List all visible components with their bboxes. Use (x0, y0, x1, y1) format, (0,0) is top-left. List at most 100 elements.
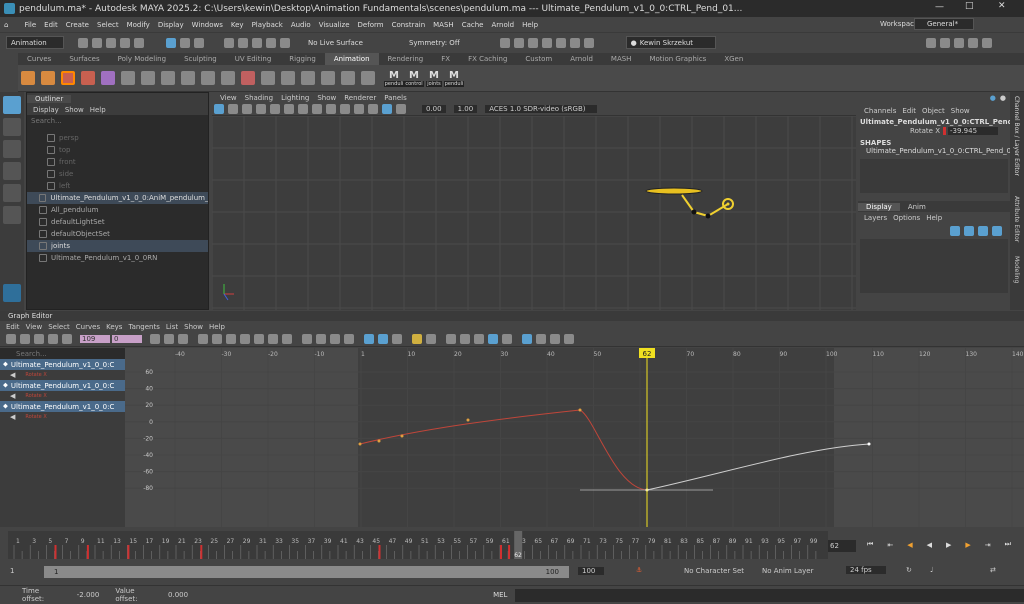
end-time-field[interactable]: 100 (578, 567, 604, 575)
tool-settings-icon[interactable] (967, 37, 978, 48)
key-scale-icon[interactable] (81, 71, 95, 85)
time-slider[interactable]: 1 3 5 7 9 11 13 15 17 19 21 23 25 27 29 31 33 35 37 39 41 43 4… (0, 527, 1024, 563)
film-gate-icon[interactable] (284, 104, 294, 114)
graph-view-icon[interactable] (522, 334, 532, 344)
shelf-tab-curves[interactable]: Curves (18, 53, 60, 65)
menu-windows[interactable]: Windows (192, 21, 223, 29)
curve-list-item[interactable]: ⬥ Ultimate_Pendulum_v1_0_0:C ◀ Rotate X (0, 380, 125, 401)
channel-box-side-tab[interactable]: Channel Box / Layer Editor (1013, 96, 1020, 176)
region-tool-icon[interactable] (62, 334, 72, 344)
menu-arnold[interactable]: Arnold (491, 21, 514, 29)
orient-constraint-icon[interactable] (221, 71, 235, 85)
viewport-menu-renderer[interactable]: Renderer (344, 94, 376, 102)
outliner-item[interactable]: top (27, 144, 208, 156)
redo-icon[interactable] (134, 37, 144, 48)
graph-menu-select[interactable]: Select (48, 323, 70, 331)
render-icon[interactable] (499, 37, 510, 48)
range-bar[interactable]: 1 100 (44, 566, 569, 578)
isolate-select-icon[interactable] (396, 104, 406, 114)
new-scene-icon[interactable] (78, 37, 88, 48)
graph-menu-edit[interactable]: Edit (6, 323, 20, 331)
outliner-item[interactable]: Ultimate_Pendulum_v1_0_0RN (27, 252, 208, 264)
tangent-view-icon[interactable] (536, 334, 546, 344)
user-account-dropdown[interactable]: ● Kewin Skrzekut (625, 36, 716, 49)
outliner-item[interactable]: front (27, 156, 208, 168)
snap-surface-icon[interactable] (280, 37, 290, 48)
create-joint-icon[interactable] (161, 71, 175, 85)
snap-point-icon[interactable] (252, 37, 262, 48)
stepped-tangent-icon[interactable] (268, 334, 278, 344)
shelf-tab-animation[interactable]: Animation (324, 53, 379, 65)
layer-tab-display[interactable]: Display (858, 202, 900, 211)
save-scene-icon[interactable] (106, 37, 116, 48)
3d-viewport[interactable]: View Shading Lighting Show Renderer Panels 0.… (212, 92, 856, 310)
move-layer-down-icon[interactable] (964, 225, 974, 236)
key-ticks-icon[interactable] (550, 334, 560, 344)
pendulum-rig[interactable] (645, 187, 734, 219)
curve-list-item[interactable]: ⬥ Ultimate_Pendulum_v1_0_0:C ◀ Rotate X (0, 401, 125, 422)
shelf-button-joints[interactable]: Mjoints (426, 70, 442, 87)
graph-area[interactable]: -40-30-20-101102030405062708090100110120… (125, 348, 1024, 527)
paint-weights-icon[interactable] (361, 71, 375, 85)
graph-editor-title[interactable]: Graph Editor (0, 312, 60, 320)
aim-constraint-icon[interactable] (241, 71, 255, 85)
start-time-field[interactable]: 1 (10, 567, 14, 575)
snapshot-icon[interactable] (392, 334, 402, 344)
frame-playback-icon[interactable] (164, 334, 174, 344)
menu-visualize[interactable]: Visualize (319, 21, 350, 29)
center-view-icon[interactable] (178, 334, 188, 344)
outliner-item[interactable]: side (27, 168, 208, 180)
scale-tool-icon[interactable] (3, 206, 21, 224)
layer-menu-layers[interactable]: Layers (864, 214, 887, 222)
snap-grid-icon[interactable] (224, 37, 234, 48)
filter-icon[interactable] (564, 334, 574, 344)
ghost-icon[interactable] (101, 71, 115, 85)
move-key-icon[interactable] (6, 334, 16, 344)
shelf-tab-mash[interactable]: MASH (602, 53, 641, 65)
blend-shape-icon[interactable] (321, 71, 335, 85)
xray-icon[interactable] (382, 104, 392, 114)
channel-menu-object[interactable]: Object (922, 107, 945, 115)
hypershade-icon[interactable] (541, 37, 552, 48)
set-key-icon[interactable] (21, 71, 35, 85)
current-frame-field[interactable]: 62 (828, 540, 856, 552)
camera-select-icon[interactable] (214, 104, 224, 114)
play-forward-icon[interactable]: ▶ (946, 541, 951, 549)
graph-menu-keys[interactable]: Keys (106, 323, 122, 331)
step-back-key-icon[interactable]: ⇤ (887, 541, 893, 549)
channel-attr-value[interactable]: -39.945 (948, 126, 998, 135)
visibility-icon[interactable]: ◀ (10, 371, 15, 379)
curve-display-icon[interactable] (488, 334, 498, 344)
auto-tangent-icon[interactable] (198, 334, 208, 344)
step-forward-frame-icon[interactable]: ▶ (965, 541, 970, 549)
lights-icon[interactable] (354, 104, 364, 114)
step-forward-key-icon[interactable]: ⇥ (985, 541, 991, 549)
channel-box-settings-icon[interactable]: ● (990, 94, 996, 102)
menu-constrain[interactable]: Constrain (392, 21, 426, 29)
auto-key-icon[interactable]: ⚓ (636, 566, 642, 574)
bind-skin-icon[interactable] (341, 71, 355, 85)
colorspace-dropdown[interactable]: ACES 1.0 SDR-video (sRGB) (485, 105, 598, 113)
textured-icon[interactable] (340, 104, 350, 114)
exposure-value[interactable]: 0.00 (422, 105, 446, 113)
graph-menu-list[interactable]: List (166, 323, 178, 331)
attribute-editor-side-tab[interactable]: Attribute Editor (1013, 196, 1020, 242)
lattice-deform-icon[interactable] (48, 334, 58, 344)
layer-menu-options[interactable]: Options (893, 214, 920, 222)
gamma-value[interactable]: 1.00 (453, 105, 478, 113)
stats-field-1[interactable]: 109 (80, 335, 110, 343)
outliner-item[interactable]: defaultObjectSet (27, 228, 208, 240)
channel-box-icon[interactable] (981, 37, 992, 48)
menu-mash[interactable]: MASH (433, 21, 454, 29)
outliner-menu-display[interactable]: Display (33, 106, 59, 114)
shelf-tab-surfaces[interactable]: Surfaces (60, 53, 108, 65)
search-input[interactable]: Search... (31, 117, 204, 125)
shelf-tab-motion-graphics[interactable]: Motion Graphics (640, 53, 715, 65)
shelf-tab-uv-editing[interactable]: UV Editing (226, 53, 281, 65)
anim-layer-dropdown[interactable]: No Anim Layer (762, 567, 813, 575)
channel-object-name[interactable]: Ultimate_Pendulum_v1_0_0:CTRL_Pend_01 ..… (858, 118, 1010, 126)
wireframe-icon[interactable] (312, 104, 322, 114)
move-layer-up-icon[interactable] (950, 225, 960, 236)
layer-tab-anim[interactable]: Anim (900, 203, 934, 211)
new-layer-selected-icon[interactable] (992, 225, 1002, 236)
